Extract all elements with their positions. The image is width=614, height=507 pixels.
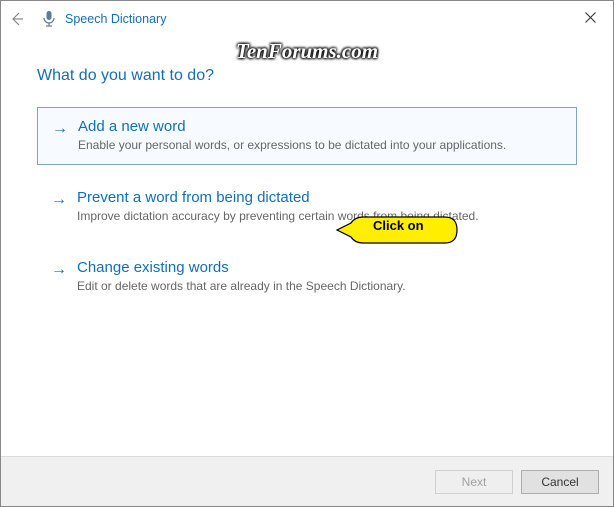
option-title: Change existing words [77, 259, 229, 276]
content-area: What do you want to do? → Add a new word… [1, 37, 613, 305]
page-heading: What do you want to do? [37, 67, 577, 85]
next-button: Next [435, 470, 513, 494]
option-desc: Enable your personal words, or expressio… [78, 138, 562, 152]
microphone-icon [39, 9, 59, 29]
arrow-icon: → [51, 191, 67, 209]
option-title: Prevent a word from being dictated [77, 189, 310, 206]
back-button[interactable] [1, 1, 33, 37]
option-prevent-word[interactable]: → Prevent a word from being dictated Imp… [37, 179, 577, 235]
option-desc: Edit or delete words that are already in… [77, 279, 563, 293]
option-title: Add a new word [78, 118, 186, 135]
titlebar: Speech Dictionary [1, 1, 613, 37]
arrow-icon: → [52, 120, 68, 138]
option-add-word[interactable]: → Add a new word Enable your personal wo… [37, 107, 577, 165]
footer: Next Cancel [1, 456, 613, 506]
window-title: Speech Dictionary [65, 12, 166, 26]
option-desc: Improve dictation accuracy by preventing… [77, 209, 563, 223]
option-change-words[interactable]: → Change existing words Edit or delete w… [37, 249, 577, 305]
close-button[interactable] [567, 1, 613, 33]
arrow-icon: → [51, 261, 67, 279]
cancel-button[interactable]: Cancel [521, 470, 599, 494]
